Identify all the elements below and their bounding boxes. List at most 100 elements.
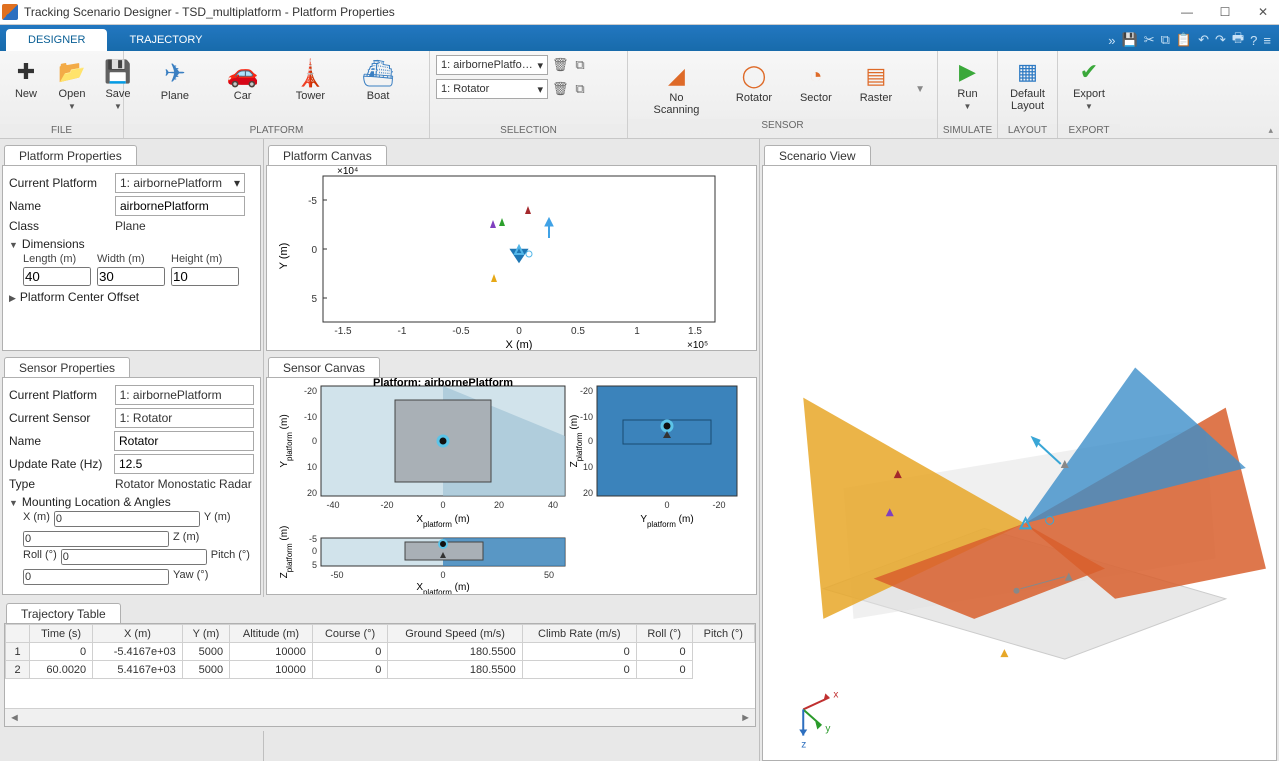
no-scanning-label: No Scanning bbox=[645, 92, 708, 116]
new-button[interactable]: ✚New bbox=[6, 55, 46, 103]
current-sensor-label: Current Sensor bbox=[9, 411, 109, 425]
table-cell: 0 bbox=[30, 643, 93, 661]
qat-copy-icon[interactable]: ⧉ bbox=[1161, 32, 1170, 48]
ytick: -5 bbox=[308, 196, 317, 207]
open-icon: 📂 bbox=[58, 58, 86, 86]
sensor-name-field[interactable] bbox=[114, 431, 254, 451]
qat-menu-icon[interactable]: ≡ bbox=[1263, 33, 1271, 48]
no-scanning-button[interactable]: ◢No Scanning bbox=[640, 59, 713, 119]
tab-trajectory[interactable]: TRAJECTORY bbox=[107, 29, 224, 51]
mount-pitch-field[interactable] bbox=[23, 569, 169, 585]
qat-redo-icon[interactable]: ↷ bbox=[1215, 32, 1226, 48]
platform-canvas-tab[interactable]: Platform Canvas bbox=[268, 145, 387, 166]
default-layout-button[interactable]: ▦Default Layout bbox=[1004, 55, 1051, 115]
sensor-canvas-panel[interactable]: Platform: airbornePlatform -20 -10 0 10 … bbox=[266, 377, 757, 595]
maximize-button[interactable]: ☐ bbox=[1215, 5, 1235, 19]
current-platform-label: Current Platform bbox=[9, 176, 109, 190]
qat-help-icon[interactable]: ? bbox=[1250, 33, 1257, 48]
table-cell: 180.5500 bbox=[388, 661, 522, 679]
raster-icon: ▤ bbox=[862, 62, 890, 90]
platform-canvas-panel[interactable]: -5 0 5 -1.5 -1 -0.5 0 0.5 1 1.5 bbox=[266, 165, 757, 351]
minimize-button[interactable]: — bbox=[1177, 5, 1197, 19]
plane-button[interactable]: ✈Plane bbox=[152, 55, 198, 105]
sector-button[interactable]: ◔Sector bbox=[795, 59, 837, 107]
tab-designer[interactable]: DESIGNER bbox=[6, 29, 107, 51]
scroll-right-icon[interactable]: ► bbox=[740, 712, 751, 724]
group-sensor-label: SENSOR bbox=[628, 119, 937, 133]
table-cell: 10000 bbox=[230, 661, 313, 679]
dimensions-header[interactable]: Dimensions bbox=[9, 237, 254, 251]
sensor-select[interactable]: 1: Rotator▾ bbox=[436, 79, 548, 99]
platform-properties-tab[interactable]: Platform Properties bbox=[4, 145, 137, 166]
qat-paste-icon[interactable]: 📋 bbox=[1176, 32, 1192, 48]
mount-z-label: Z (m) bbox=[173, 531, 199, 547]
mount-x-field[interactable] bbox=[54, 511, 200, 527]
svg-text:10: 10 bbox=[583, 462, 593, 472]
table-row[interactable]: 260.00205.4167e+035000100000180.550000 bbox=[6, 661, 755, 679]
scenario-view-panel[interactable]: x y z bbox=[762, 165, 1277, 761]
new-icon: ✚ bbox=[12, 58, 40, 86]
platform-canvas-plot[interactable]: -5 0 5 -1.5 -1 -0.5 0 0.5 1 1.5 bbox=[267, 166, 757, 350]
table-row[interactable]: 10-5.4167e+035000100000180.550000 bbox=[6, 643, 755, 661]
window-title: Tracking Scenario Designer - TSD_multipl… bbox=[24, 5, 1177, 19]
table-header: Pitch (°) bbox=[692, 625, 754, 643]
table-cell: 0 bbox=[636, 643, 692, 661]
qat-print-icon[interactable]: 🖶 bbox=[1232, 29, 1244, 51]
collapse-ribbon-icon[interactable]: ▴ bbox=[1268, 125, 1273, 136]
tower-label: Tower bbox=[296, 90, 325, 102]
width-label: Width (m) bbox=[97, 253, 165, 265]
qat-save-icon[interactable]: 💾 bbox=[1122, 32, 1138, 48]
run-button[interactable]: ▶Run▼ bbox=[948, 55, 988, 114]
mount-roll-field[interactable] bbox=[61, 549, 207, 565]
export-label: Export bbox=[1073, 88, 1105, 100]
copy-sensor-icon[interactable]: ⧉ bbox=[572, 81, 588, 97]
qat-undo-icon[interactable]: ↶ bbox=[1198, 32, 1209, 48]
qat-expand-icon[interactable]: » bbox=[1108, 33, 1115, 48]
sensor-xy-ylabel: Yplatform (m) bbox=[279, 414, 294, 467]
sensor-properties-tab[interactable]: Sensor Properties bbox=[4, 357, 130, 378]
sens-current-platform-select[interactable]: 1: airbornePlatform bbox=[115, 385, 254, 405]
close-button[interactable]: ✕ bbox=[1253, 5, 1273, 19]
trajectory-table-tab-main[interactable]: Trajectory Table bbox=[6, 603, 121, 624]
export-button[interactable]: ✔Export▼ bbox=[1068, 55, 1110, 114]
tower-button[interactable]: 🗼Tower bbox=[287, 55, 333, 105]
svg-text:10: 10 bbox=[307, 462, 317, 472]
chevron-down-icon[interactable]: ▼ bbox=[915, 84, 925, 95]
raster-button[interactable]: ▤Raster bbox=[855, 59, 897, 107]
copy-platform-icon[interactable]: ⧉ bbox=[572, 57, 588, 73]
table-cell: 180.5500 bbox=[388, 643, 522, 661]
current-platform-select[interactable]: 1: airbornePlatform▾ bbox=[115, 173, 245, 193]
boat-button[interactable]: ⛴Boat bbox=[355, 55, 401, 105]
scroll-left-icon[interactable]: ◄ bbox=[9, 712, 20, 724]
width-field[interactable] bbox=[97, 267, 165, 286]
rotator-button[interactable]: ◯Rotator bbox=[731, 59, 777, 107]
platform-select[interactable]: 1: airbornePlatfo…▾ bbox=[436, 55, 548, 75]
center-offset-header[interactable]: Platform Center Offset bbox=[9, 290, 254, 304]
mounting-header[interactable]: Mounting Location & Angles bbox=[9, 495, 254, 509]
chevron-down-icon: ▼ bbox=[964, 102, 972, 111]
mount-y-field[interactable] bbox=[23, 531, 169, 547]
sector-label: Sector bbox=[800, 92, 832, 104]
current-sensor-select[interactable]: 1: Rotator bbox=[115, 408, 254, 428]
group-platform-label: PLATFORM bbox=[124, 124, 429, 138]
qat-cut-icon[interactable]: ✂ bbox=[1144, 32, 1155, 48]
height-field[interactable] bbox=[171, 267, 239, 286]
delete-sensor-icon[interactable]: 🗑 bbox=[552, 81, 568, 97]
horizontal-scrollbar[interactable]: ◄► bbox=[5, 708, 755, 726]
scenario-view-tab[interactable]: Scenario View bbox=[764, 145, 871, 166]
length-field[interactable] bbox=[23, 267, 91, 286]
open-label: Open bbox=[59, 88, 86, 100]
platform-select-value: 1: airbornePlatfo… bbox=[441, 59, 533, 71]
svg-text:0: 0 bbox=[440, 500, 445, 510]
scenario-3d-view[interactable]: x y z bbox=[763, 166, 1276, 760]
sensor-zy-xlabel: Yplatform (m) bbox=[640, 514, 693, 529]
car-button[interactable]: 🚗Car bbox=[220, 55, 266, 105]
open-button[interactable]: 📂Open▼ bbox=[52, 55, 92, 114]
sensor-canvas-plot[interactable]: Platform: airbornePlatform -20 -10 0 10 … bbox=[267, 378, 757, 594]
update-rate-field[interactable] bbox=[114, 454, 254, 474]
name-field[interactable] bbox=[115, 196, 245, 216]
car-label: Car bbox=[234, 90, 252, 102]
sensor-type-value: Rotator Monostatic Radar bbox=[115, 477, 252, 491]
sensor-canvas-tab[interactable]: Sensor Canvas bbox=[268, 357, 380, 378]
delete-platform-icon[interactable]: 🗑 bbox=[552, 57, 568, 73]
